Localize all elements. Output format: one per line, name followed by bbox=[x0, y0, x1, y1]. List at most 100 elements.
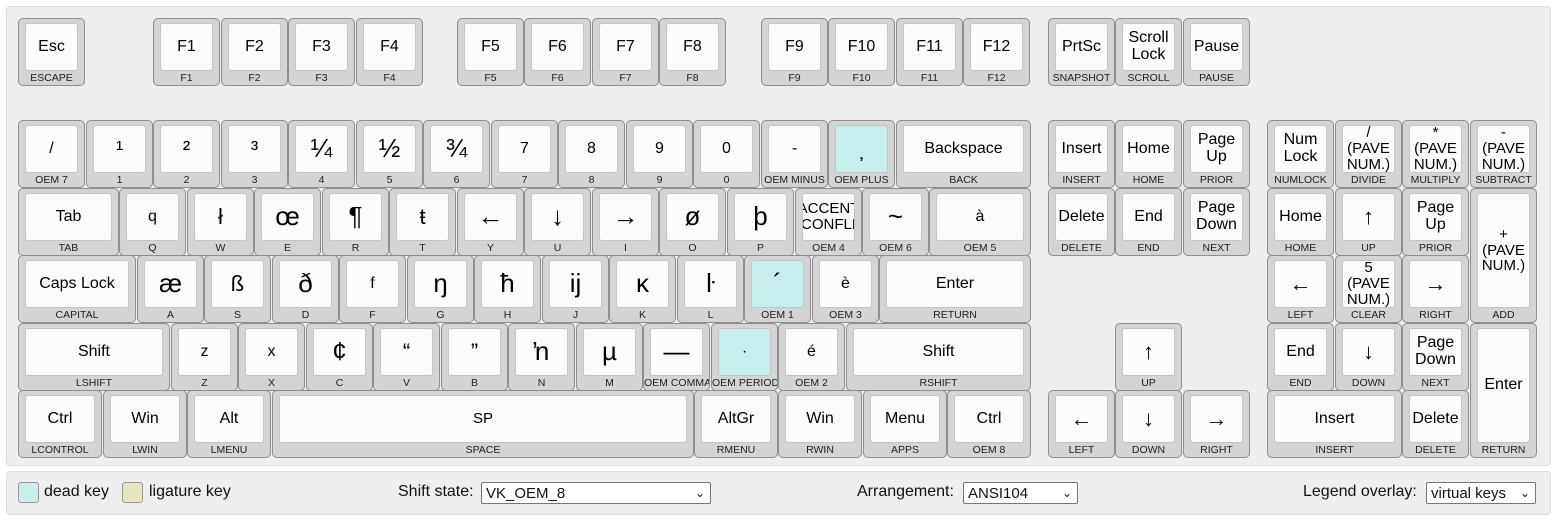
key-oem-period[interactable]: · OEM PERIOD bbox=[711, 323, 778, 391]
key-f9[interactable]: F9 F9 bbox=[761, 18, 828, 86]
key-f6[interactable]: F6 F6 bbox=[524, 18, 591, 86]
key-right-ctrl[interactable]: Ctrl OEM 8 bbox=[947, 390, 1031, 458]
key-k[interactable]: ĸK bbox=[609, 255, 676, 323]
key-oem-minus[interactable]: - OEM MINUS bbox=[761, 120, 828, 188]
key-left-alt[interactable]: Alt LMENU bbox=[187, 390, 271, 458]
key-z[interactable]: zZ bbox=[171, 323, 238, 391]
key-f[interactable]: fF bbox=[339, 255, 406, 323]
key-f4[interactable]: F4 F4 bbox=[356, 18, 423, 86]
shift-state-select[interactable]: VK_OEM_8 ⌄ bbox=[481, 482, 711, 504]
key-numpad-5[interactable]: 5 (PAVE NUM.) CLEAR bbox=[1335, 255, 1402, 323]
key-w[interactable]: łW bbox=[187, 188, 254, 256]
key-e[interactable]: œE bbox=[254, 188, 321, 256]
key-f7[interactable]: F7 F7 bbox=[592, 18, 659, 86]
key-q[interactable]: qQ bbox=[119, 188, 186, 256]
key-arrow-down[interactable]: ↓ DOWN bbox=[1115, 390, 1182, 458]
key-numpad-subtract[interactable]: - (PAVE NUM.) SUBTRACT bbox=[1470, 120, 1537, 188]
key-1[interactable]: ¹1 bbox=[86, 120, 153, 188]
key-m[interactable]: µM bbox=[576, 323, 643, 391]
key-h[interactable]: ħH bbox=[474, 255, 541, 323]
key-left-shift[interactable]: Shift LSHIFT bbox=[18, 323, 170, 391]
key-f5[interactable]: F5 F5 bbox=[457, 18, 524, 86]
key-numpad-0[interactable]: Insert INSERT bbox=[1267, 390, 1402, 458]
key-v[interactable]: “V bbox=[373, 323, 440, 391]
key-f3[interactable]: F3 F3 bbox=[288, 18, 355, 86]
key-page-up[interactable]: Page Up PRIOR bbox=[1183, 120, 1250, 188]
key-d[interactable]: ðD bbox=[272, 255, 339, 323]
key-c[interactable]: ¢ C bbox=[306, 323, 373, 391]
key-numpad-7[interactable]: Home HOME bbox=[1267, 188, 1334, 256]
key-6[interactable]: ¾6 bbox=[423, 120, 490, 188]
key-num-lock[interactable]: Num Lock NUMLOCK bbox=[1267, 120, 1334, 188]
key-right-shift[interactable]: Shift RSHIFT bbox=[846, 323, 1031, 391]
key-arrow-right[interactable]: → RIGHT bbox=[1183, 390, 1250, 458]
key-f12[interactable]: F12 F12 bbox=[963, 18, 1030, 86]
key-7[interactable]: 77 bbox=[491, 120, 558, 188]
key-oem-comma[interactable]: — OEM COMMA bbox=[643, 323, 710, 391]
key-oem-2[interactable]: é OEM 2 bbox=[778, 323, 845, 391]
key-arrow-up[interactable]: ↑ UP bbox=[1115, 323, 1182, 391]
key-left-win[interactable]: Win LWIN bbox=[103, 390, 187, 458]
key-oem-1[interactable]: ´ OEM 1 bbox=[744, 255, 811, 323]
arrangement-select[interactable]: ANSI104 ⌄ bbox=[963, 482, 1078, 504]
key-r[interactable]: ¶ R bbox=[322, 188, 389, 256]
key-scroll-lock[interactable]: Scroll Lock SCROLL bbox=[1115, 18, 1182, 86]
key-end[interactable]: End END bbox=[1115, 188, 1182, 256]
key-s[interactable]: ßS bbox=[204, 255, 271, 323]
key-caps-lock[interactable]: Caps Lock CAPITAL bbox=[18, 255, 136, 323]
key-oem-6[interactable]: ~ OEM 6 bbox=[862, 188, 929, 256]
key-9[interactable]: 99 bbox=[626, 120, 693, 188]
key-home[interactable]: Home HOME bbox=[1115, 120, 1182, 188]
key-arrow-left[interactable]: ← LEFT bbox=[1048, 390, 1115, 458]
key-escape[interactable]: Esc ESCAPE bbox=[18, 18, 85, 86]
key-numpad-multiply[interactable]: * (PAVE NUM.) MULTIPLY bbox=[1402, 120, 1469, 188]
key-numpad-enter[interactable]: Enter RETURN bbox=[1470, 323, 1537, 458]
key-tab[interactable]: Tab TAB bbox=[18, 188, 119, 256]
key-right-win[interactable]: Win RWIN bbox=[778, 390, 862, 458]
key-numpad-3[interactable]: Page Down NEXT bbox=[1402, 323, 1469, 391]
key-y[interactable]: ← Y bbox=[457, 188, 524, 256]
key-u[interactable]: ↓ U bbox=[524, 188, 591, 256]
key-altgr[interactable]: AltGr RMENU bbox=[694, 390, 778, 458]
key-g[interactable]: ŋG bbox=[407, 255, 474, 323]
key-j[interactable]: ĳJ bbox=[542, 255, 609, 323]
key-numpad-2[interactable]: ↓ DOWN bbox=[1335, 323, 1402, 391]
key-numpad-4[interactable]: ← LEFT bbox=[1267, 255, 1334, 323]
key-0[interactable]: 00 bbox=[693, 120, 760, 188]
key-numpad-8[interactable]: ↑ UP bbox=[1335, 188, 1402, 256]
key-f8[interactable]: F8 F8 bbox=[659, 18, 726, 86]
key-oem-4[interactable]: ACCENT CIRCONFLEXEOEM 4 bbox=[795, 188, 862, 256]
key-o[interactable]: øO bbox=[659, 188, 726, 256]
key-a[interactable]: æA bbox=[137, 255, 204, 323]
key-page-down[interactable]: Page Down NEXT bbox=[1183, 188, 1250, 256]
legend-overlay-select[interactable]: virtual keys ⌄ bbox=[1426, 482, 1536, 504]
key-numpad-divide[interactable]: / (PAVE NUM.) DIVIDE bbox=[1335, 120, 1402, 188]
key-f11[interactable]: F11 F11 bbox=[896, 18, 963, 86]
key-x[interactable]: xX bbox=[238, 323, 305, 391]
key-2[interactable]: ²2 bbox=[153, 120, 220, 188]
key-space[interactable]: SP SPACE bbox=[272, 390, 694, 458]
key-numpad-decimal[interactable]: Delete DELETE bbox=[1402, 390, 1469, 458]
key-f10[interactable]: F10 F10 bbox=[828, 18, 895, 86]
key-l[interactable]: ŀL bbox=[677, 255, 744, 323]
key-b[interactable]: ” B bbox=[441, 323, 508, 391]
key-print-screen[interactable]: PrtSc SNAPSHOT bbox=[1048, 18, 1115, 86]
key-oem-3[interactable]: è OEM 3 bbox=[812, 255, 879, 323]
key-i[interactable]: → I bbox=[592, 188, 659, 256]
key-oem-plus[interactable]: ̦OEM PLUS bbox=[828, 120, 895, 188]
key-backspace[interactable]: Backspace BACK bbox=[896, 120, 1031, 188]
key-numpad-6[interactable]: → RIGHT bbox=[1402, 255, 1469, 323]
key-insert[interactable]: Insert INSERT bbox=[1048, 120, 1115, 188]
key-t[interactable]: ŧT bbox=[389, 188, 456, 256]
key-menu[interactable]: Menu APPS bbox=[863, 390, 947, 458]
key-f2[interactable]: F2 F2 bbox=[221, 18, 288, 86]
key-numpad-1[interactable]: End END bbox=[1267, 323, 1334, 391]
key-p[interactable]: þP bbox=[727, 188, 794, 256]
key-8[interactable]: 88 bbox=[558, 120, 625, 188]
key-left-ctrl[interactable]: Ctrl LCONTROL bbox=[18, 390, 102, 458]
key-4[interactable]: ¼4 bbox=[288, 120, 355, 188]
key-delete[interactable]: Delete DELETE bbox=[1048, 188, 1115, 256]
key-enter[interactable]: Enter RETURN bbox=[879, 255, 1031, 323]
key-3[interactable]: ³3 bbox=[221, 120, 288, 188]
key-numpad-add[interactable]: + (PAVE NUM.) ADD bbox=[1470, 188, 1537, 323]
